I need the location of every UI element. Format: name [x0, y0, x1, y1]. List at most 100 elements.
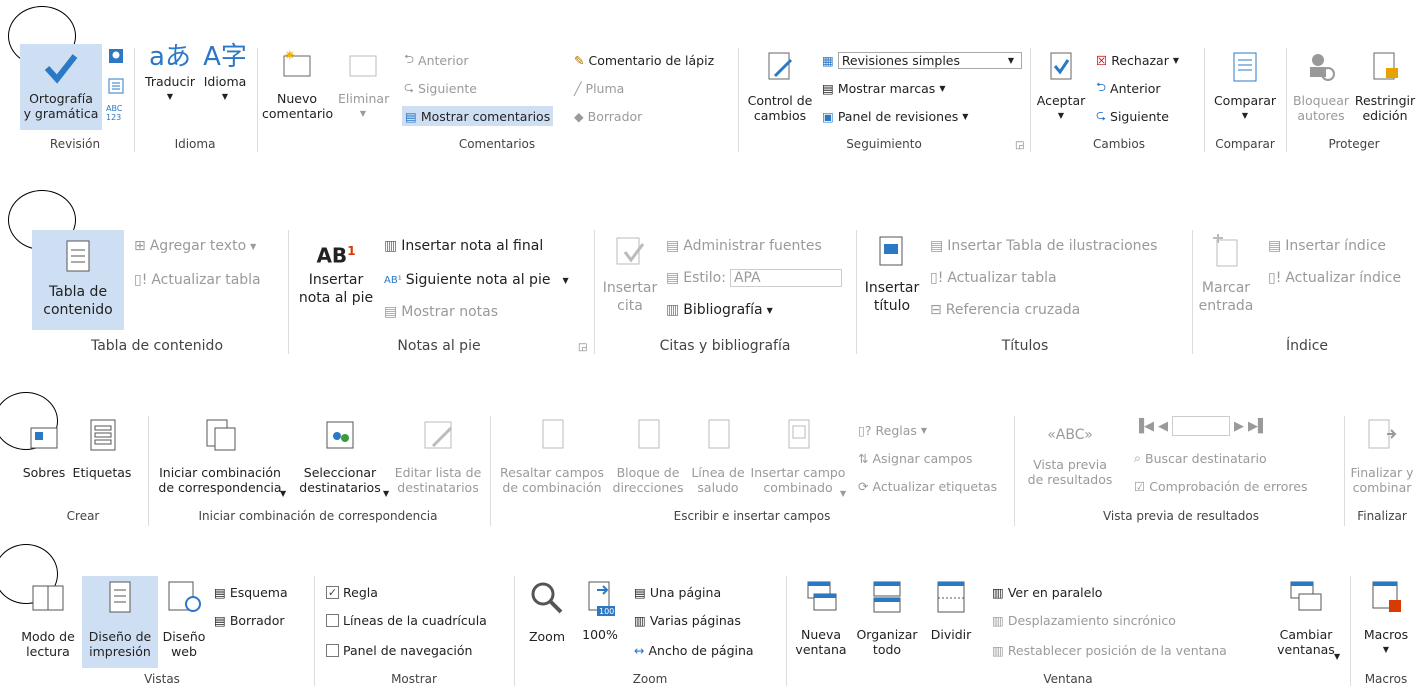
- mostrar-comentarios-button[interactable]: ▤ Mostrar comentarios: [402, 106, 554, 126]
- bloquear-autores-button[interactable]: Bloquear autores: [1290, 50, 1352, 123]
- resaltar-campos-button[interactable]: Resaltar campos de combinación: [494, 418, 610, 495]
- marcar-entrada-button[interactable]: Marcar entrada: [1196, 234, 1256, 315]
- last-record-icon[interactable]: ▶▌: [1248, 419, 1268, 434]
- panel-navegacion-checkbox[interactable]: Panel de navegación: [326, 640, 472, 660]
- dialog-launcher-icon[interactable]: ◲: [578, 342, 587, 353]
- asignar-label: Asignar campos: [872, 450, 973, 466]
- rechazar-button[interactable]: ☒ Rechazar ▼: [1096, 50, 1179, 70]
- zoom-100-button[interactable]: 100 100%: [578, 580, 622, 642]
- anterior-change-button[interactable]: ⮌ Anterior: [1096, 78, 1160, 98]
- siguiente-comment-button[interactable]: ⮎ Siguiente: [404, 78, 477, 98]
- first-record-icon[interactable]: ▐◀: [1134, 419, 1154, 434]
- insertar-titulo-button[interactable]: Insertar título: [860, 234, 924, 315]
- mostrar-marcas-button[interactable]: ▤ Mostrar marcas ▼: [822, 78, 945, 98]
- finalizar-combinar-button[interactable]: Finalizar y combinar: [1346, 418, 1418, 495]
- dividir-button[interactable]: Dividir: [924, 580, 978, 642]
- next-record-icon[interactable]: ▶: [1234, 419, 1244, 434]
- editar-lista-button[interactable]: Editar lista de destinatarios: [392, 418, 484, 495]
- siguiente-nota-button[interactable]: AB¹ Siguiente nota al pie ▼: [384, 270, 569, 290]
- chevron-down-icon: ▼: [962, 111, 969, 121]
- bibliografia-button[interactable]: ▥ Bibliografía ▼: [666, 300, 773, 320]
- idioma-button[interactable]: A字 Idioma ▼: [200, 44, 250, 104]
- tabla-contenido-button[interactable]: Tabla de contenido: [32, 230, 124, 330]
- record-number-input[interactable]: [1172, 416, 1230, 436]
- insertar-nota-pie-button[interactable]: AB1 Insertar nota al pie: [294, 242, 378, 307]
- desplazamiento-sincronico-button[interactable]: ▥ Desplazamiento sincrónico: [992, 610, 1176, 630]
- ancho-pagina-button[interactable]: ↔ Ancho de página: [634, 640, 754, 660]
- modo-lectura-button[interactable]: Modo de lectura: [16, 580, 80, 659]
- split-icon: [937, 581, 965, 613]
- estilo-combo[interactable]: ▤ Estilo: APA: [666, 268, 842, 288]
- panel-revisiones-button[interactable]: ▣ Panel de revisiones ▼: [822, 106, 968, 126]
- comparar-button[interactable]: Comparar ▼: [1208, 50, 1282, 123]
- ver-paralelo-button[interactable]: ▥ Ver en paralelo: [992, 582, 1102, 602]
- idioma-label: Idioma: [203, 74, 247, 89]
- actualizar-indice-button[interactable]: ▯! Actualizar índice: [1268, 268, 1401, 288]
- add-text-icon: ⊞: [134, 238, 146, 254]
- buscar-destinatario-button[interactable]: ⌕ Buscar destinatario: [1134, 448, 1267, 468]
- mostrar-notas-button[interactable]: ▤ Mostrar notas: [384, 302, 498, 322]
- ortografia-button[interactable]: Ortografía y gramática: [20, 44, 102, 130]
- multiple-pages-icon: ▥: [634, 612, 646, 628]
- edit-recipients-icon: [424, 421, 453, 449]
- insertar-indice-button[interactable]: ▤ Insertar índice: [1268, 236, 1386, 256]
- actualizar-tabla-titulos-button[interactable]: ▯! Actualizar tabla: [930, 268, 1057, 288]
- previous-record-icon[interactable]: ◀: [1158, 419, 1168, 434]
- lapiz-button[interactable]: ✎ Comentario de lápiz: [574, 50, 714, 70]
- siguiente-change-button[interactable]: ⮎ Siguiente: [1096, 106, 1169, 126]
- sobres-button[interactable]: Sobres: [20, 418, 68, 480]
- actualizar-etiquetas-button[interactable]: ⟳ Actualizar etiquetas: [858, 476, 997, 496]
- etiquetas-button[interactable]: Etiquetas: [70, 418, 134, 480]
- diseno-web-button[interactable]: Diseño web: [160, 580, 208, 659]
- traducir-label: Traducir: [145, 74, 195, 89]
- abc-count-icon[interactable]: ABC 123: [106, 104, 122, 122]
- word-count-icon[interactable]: [108, 78, 124, 97]
- revisiones-combo[interactable]: ▦ Revisiones simples ▼: [822, 50, 1022, 70]
- actualizar-tabla-button[interactable]: ▯! Actualizar tabla: [134, 270, 261, 290]
- restablecer-posicion-button[interactable]: ▥ Restablecer posición de la ventana: [992, 640, 1227, 660]
- pluma-button[interactable]: ╱ Pluma: [574, 78, 624, 98]
- comprobacion-errores-button[interactable]: ☑ Comprobación de errores: [1134, 476, 1308, 496]
- group-vista-previa-label: Vista previa de resultados: [1102, 509, 1259, 523]
- reglas-button[interactable]: ▯? Reglas ▼: [858, 420, 927, 440]
- seleccionar-destinatarios-button[interactable]: Seleccionar destinatarios: [292, 418, 388, 495]
- borrador-view-button[interactable]: ▤ Borrador: [214, 610, 284, 630]
- diseno-impresion-button[interactable]: Diseño de impresión: [82, 576, 158, 668]
- lineas-cuadricula-checkbox[interactable]: Líneas de la cuadrícula: [326, 610, 487, 630]
- agregar-label: Agregar texto: [149, 238, 247, 254]
- macros-button[interactable]: Macros ▼: [1354, 580, 1418, 657]
- eliminar-button[interactable]: Eliminar ▼: [338, 48, 389, 121]
- traducir-button[interactable]: aあ Traducir ▼: [140, 44, 200, 104]
- insertar-cita-button[interactable]: Insertar cita: [600, 234, 660, 315]
- zoom-button[interactable]: Zoom: [522, 580, 572, 644]
- aceptar-button[interactable]: Aceptar ▼: [1034, 50, 1088, 123]
- vista-previa-button[interactable]: «ABC» Vista previa de resultados: [1022, 428, 1118, 488]
- borrador-button[interactable]: ◆ Borrador: [574, 106, 642, 126]
- nuevo-comentario-button[interactable]: ✷ Nuevo comentario: [262, 48, 333, 121]
- endnote-icon: ▥: [384, 238, 398, 254]
- nueva-ventana-button[interactable]: Nueva ventana: [792, 580, 850, 657]
- cambiar-ventanas-button[interactable]: Cambiar ventanas: [1266, 580, 1346, 657]
- control-cambios-button[interactable]: Control de cambios: [744, 50, 816, 123]
- restringir-edicion-button[interactable]: Restringir edición: [1352, 50, 1418, 123]
- organizar-todo-button[interactable]: Organizar todo: [852, 580, 922, 657]
- anterior-comment-button[interactable]: ⮌ Anterior: [404, 50, 468, 70]
- dialog-launcher-icon[interactable]: ◲: [1015, 140, 1024, 151]
- referencia-cruzada-button[interactable]: ⊟ Referencia cruzada: [930, 300, 1080, 320]
- varias-paginas-button[interactable]: ▥ Varias páginas: [634, 610, 741, 630]
- esquema-button[interactable]: ▤ Esquema: [214, 582, 288, 602]
- tabla-ilustraciones-button[interactable]: ▤ Insertar Tabla de ilustraciones: [930, 236, 1157, 256]
- una-pagina-button[interactable]: ▤ Una página: [634, 582, 721, 602]
- iniciar-combinacion-button[interactable]: Iniciar combinación de correspondencia: [150, 418, 290, 495]
- insertar-nota-final-button[interactable]: ▥ Insertar nota al final: [384, 236, 543, 256]
- agregar-texto-button[interactable]: ⊞ Agregar texto ▼: [134, 236, 256, 256]
- checkbox-checked-icon: ✓: [326, 585, 339, 599]
- search-doc-icon[interactable]: [108, 48, 124, 67]
- regla-checkbox[interactable]: ✓ Regla: [326, 582, 378, 602]
- linea-saludo-button[interactable]: Línea de saludo: [686, 418, 750, 495]
- asignar-campos-button[interactable]: ⇅ Asignar campos: [858, 448, 972, 468]
- marcas-label: Mostrar marcas: [837, 80, 936, 96]
- insertar-campo-button[interactable]: Insertar campo combinado: [748, 418, 848, 495]
- bloque-direcciones-button[interactable]: Bloque de direcciones: [612, 418, 684, 495]
- administrar-fuentes-button[interactable]: ▤ Administrar fuentes: [666, 236, 822, 256]
